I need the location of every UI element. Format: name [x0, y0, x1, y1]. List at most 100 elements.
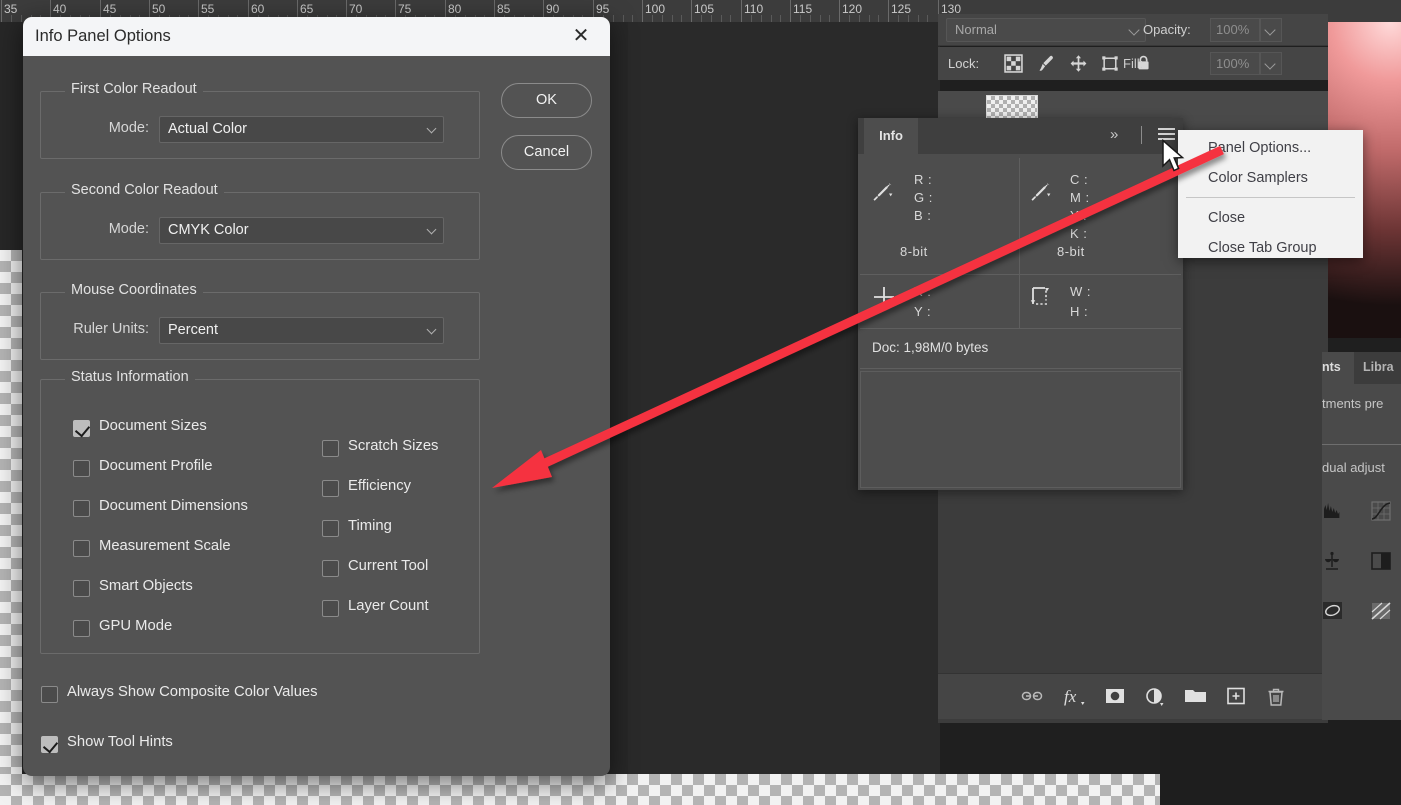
blend-mode-value: Normal: [955, 22, 997, 37]
readout-c: C :: [1070, 172, 1088, 187]
checkbox-box[interactable]: [41, 736, 58, 753]
fill-dropdown-button[interactable]: [1260, 52, 1282, 75]
coordinate-x: X :: [914, 284, 931, 299]
eyedropper-icon[interactable]: [1028, 178, 1056, 211]
tab-info[interactable]: Info: [864, 118, 918, 154]
marquee-size-icon: [1028, 284, 1058, 317]
checkbox-box[interactable]: [322, 440, 339, 457]
bw-icon[interactable]: [1370, 550, 1398, 577]
fill-input[interactable]: 100%: [1210, 52, 1260, 75]
ruler-units-value: Percent: [168, 322, 218, 338]
fx-icon[interactable]: fx: [1063, 686, 1087, 708]
ok-button[interactable]: OK: [501, 83, 592, 118]
checkbox-box[interactable]: [322, 560, 339, 577]
ruler-units-select[interactable]: Percent: [159, 317, 444, 344]
ruler-minor-tick: [761, 15, 762, 22]
ruler-minor-tick: [681, 15, 682, 22]
artboard-icon[interactable]: [1101, 54, 1120, 73]
workspace-dark-bottom: [1160, 720, 1401, 805]
blend-mode-select[interactable]: Normal: [946, 18, 1146, 42]
dimension-w: W :: [1070, 284, 1091, 299]
move-icon[interactable]: [1069, 54, 1088, 73]
ruler-minor-tick: [613, 15, 614, 22]
ruler-minor-tick: [898, 15, 899, 22]
divider: [860, 328, 1181, 329]
tab-adjustments[interactable]: nts: [1322, 352, 1354, 384]
readout-r: R :: [914, 172, 932, 187]
ruler-minor-tick: [927, 15, 928, 22]
brush-icon[interactable]: [1037, 54, 1056, 73]
ruler-units-label: Ruler Units:: [39, 321, 149, 337]
second-color-mode-select[interactable]: CMYK Color: [159, 217, 444, 244]
new-layer-icon[interactable]: [1225, 686, 1249, 708]
ruler-tick-label: 70: [346, 2, 362, 16]
ruler-minor-tick: [672, 15, 673, 22]
ruler-minor-tick: [800, 15, 801, 22]
photo-filter-icon[interactable]: [1370, 600, 1398, 627]
checkbox-label: Show Tool Hints: [67, 734, 173, 750]
mask-icon[interactable]: [1103, 686, 1127, 708]
ruler-minor-tick: [918, 15, 919, 22]
levels-icon[interactable]: [1322, 500, 1348, 525]
ruler-tick-label: 105: [691, 2, 714, 16]
link-icon[interactable]: [1020, 686, 1044, 708]
ruler-minor-tick: [652, 15, 653, 22]
checkbox-label: Timing: [348, 518, 392, 534]
opacity-input[interactable]: 100%: [1210, 18, 1260, 42]
checkbox-box[interactable]: [73, 580, 90, 597]
ruler-tick-label: 40: [50, 2, 66, 16]
checkbox-box[interactable]: [41, 686, 58, 703]
checkbox-label: Layer Count: [348, 598, 429, 614]
cancel-button[interactable]: Cancel: [501, 135, 592, 170]
checkbox-box[interactable]: [73, 420, 90, 437]
ruler-minor-tick: [771, 15, 772, 22]
menu-item-color-samplers[interactable]: Color Samplers: [1178, 164, 1363, 194]
trash-icon[interactable]: [1265, 686, 1289, 708]
hue-saturation-icon[interactable]: [1322, 600, 1348, 627]
layers-panel-footer: fx: [938, 673, 1328, 719]
checkbox-box[interactable]: [73, 460, 90, 477]
checkbox-box[interactable]: [73, 500, 90, 517]
eyedropper-icon[interactable]: [870, 178, 898, 211]
menu-item-close[interactable]: Close: [1178, 204, 1363, 234]
ruler-tick-label: 85: [494, 2, 510, 16]
checkerboard-icon[interactable]: [1004, 54, 1023, 73]
checkbox-box[interactable]: [322, 520, 339, 537]
first-color-mode-select[interactable]: Actual Color: [159, 116, 444, 143]
adjustment-icon[interactable]: [1143, 686, 1167, 708]
panel-context-menu: Panel Options... Color Samplers Close Cl…: [1178, 130, 1363, 258]
ruler-minor-tick: [711, 15, 712, 22]
curves-icon[interactable]: [1370, 500, 1398, 527]
checkbox-box[interactable]: [73, 620, 90, 637]
ruler-minor-tick: [849, 15, 850, 22]
mouse-cursor: [1161, 139, 1187, 175]
chevron-down-icon: [1128, 24, 1139, 35]
first-mode-label: Mode:: [39, 120, 149, 136]
ruler-minor-tick: [662, 15, 663, 22]
crosshair-icon: [871, 284, 897, 315]
collapse-panel-icon[interactable]: »: [1110, 126, 1117, 143]
close-icon[interactable]: ✕: [568, 25, 594, 49]
checkbox-box[interactable]: [322, 480, 339, 497]
menu-item-close-tab-group[interactable]: Close Tab Group: [1178, 234, 1363, 264]
ruler-tick-label: 120: [839, 2, 862, 16]
folder-icon[interactable]: [1183, 686, 1207, 708]
checkbox-label: Document Dimensions: [99, 498, 248, 514]
exposure-icon[interactable]: [1322, 550, 1348, 577]
info-panel-hints-area: [860, 371, 1181, 488]
checkbox-label: Measurement Scale: [99, 538, 231, 554]
checkbox-box[interactable]: [73, 540, 90, 557]
checkbox-box[interactable]: [322, 600, 339, 617]
chevron-down-icon: [427, 225, 437, 235]
divider: [1019, 158, 1020, 274]
divider: [1141, 126, 1142, 144]
fill-label: Fill:: [1123, 56, 1143, 71]
adjustments-hint-line-1: tments pre: [1322, 396, 1383, 411]
menu-separator: [1186, 197, 1355, 198]
tab-libraries[interactable]: Libra: [1360, 352, 1401, 384]
menu-item-panel-options[interactable]: Panel Options...: [1178, 134, 1363, 164]
opacity-dropdown-button[interactable]: [1260, 18, 1282, 42]
chevron-down-icon: [427, 124, 437, 134]
screen-root: { "ruler": { "unit_hint": "Percent", "la…: [0, 0, 1401, 805]
chevron-down-icon: [1264, 24, 1275, 35]
